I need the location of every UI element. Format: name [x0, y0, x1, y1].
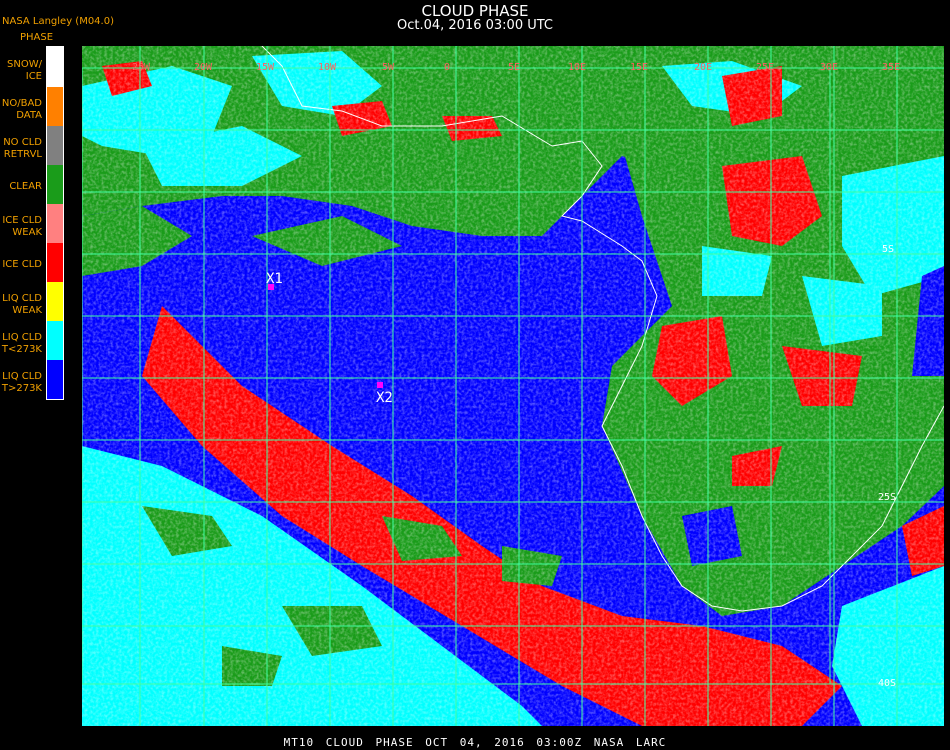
- lat-label: 5S: [882, 244, 894, 255]
- speckle-texture: [82, 46, 944, 726]
- lon-label: 35E: [882, 62, 900, 73]
- lon-label: 5E: [508, 62, 520, 73]
- legend-swatch-liq-cld-cold: [47, 321, 63, 360]
- lon-label: 30E: [820, 62, 838, 73]
- legend-label: LIQ CLD WEAK: [2, 293, 42, 316]
- timestamp: Oct.04, 2016 03:00 UTC: [397, 18, 553, 33]
- lon-label: 15E: [630, 62, 648, 73]
- legend-label: NO/BAD DATA: [1, 98, 42, 121]
- legend-swatch-clear: [47, 165, 63, 204]
- legend-swatch-liq-cld-warm: [47, 360, 63, 399]
- legend-swatch-liq-cld-weak: [47, 282, 63, 321]
- lon-label: 25E: [756, 62, 774, 73]
- lon-label: 15W: [256, 62, 275, 73]
- legend-swatch-snow-ice: [47, 47, 63, 87]
- legend-label: LIQ CLD T<273K: [1, 332, 42, 355]
- marker-x2-label: X2: [376, 390, 393, 406]
- lon-label: 0: [444, 62, 450, 73]
- marker-x1-label: X1: [266, 271, 283, 287]
- marker-x2[interactable]: [377, 382, 383, 388]
- legend-label: CLEAR: [9, 181, 42, 192]
- legend-swatch-no-bad-data: [47, 87, 63, 126]
- lon-label: 10E: [568, 62, 586, 73]
- legend-colorbar: [46, 46, 64, 400]
- lat-label: 40S: [878, 678, 896, 689]
- legend-swatch-ice-cld: [47, 243, 63, 282]
- lat-label: 25S: [878, 492, 896, 503]
- lon-label: 5W: [382, 62, 395, 73]
- legend-swatch-ice-cld-weak: [47, 204, 63, 243]
- lon-label: 20E: [694, 62, 712, 73]
- legend-label: ICE CLD: [2, 259, 42, 270]
- cloud-phase-map[interactable]: 25W 20W 15W 10W 5W 0 5E 10E 15E 20E 25E …: [82, 46, 944, 726]
- lon-label: 10W: [318, 62, 337, 73]
- legend-label: SNOW/ ICE: [7, 59, 42, 82]
- legend-label: LIQ CLD T>273K: [1, 371, 42, 394]
- legend-label: NO CLD RETRVL: [3, 137, 42, 160]
- legend-swatch-no-cld-retrvl: [47, 126, 63, 165]
- lon-label: 25W: [132, 62, 151, 73]
- footer-caption: MT10 CLOUD PHASE OCT 04, 2016 03:00Z NAS…: [283, 736, 667, 749]
- legend-label: ICE CLD WEAK: [2, 215, 42, 238]
- lon-label: 20W: [194, 62, 213, 73]
- legend-title: PHASE: [20, 32, 54, 43]
